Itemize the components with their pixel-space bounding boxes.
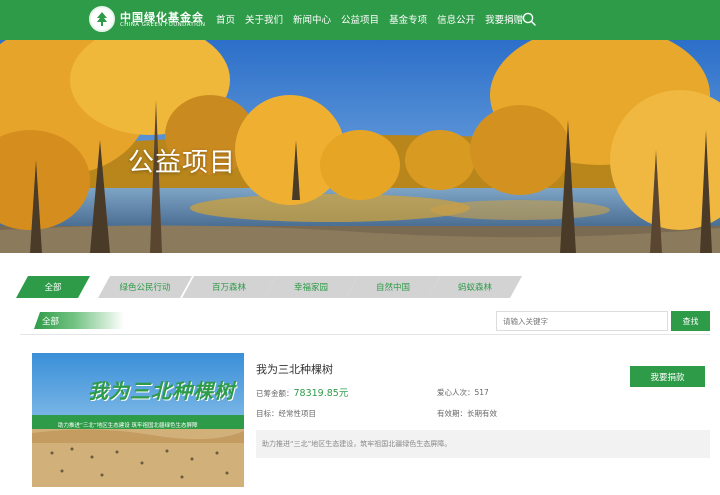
- tab-natural-china[interactable]: 自然中国: [346, 276, 440, 298]
- search-icon[interactable]: [522, 12, 536, 26]
- tab-happy-home[interactable]: 幸福家园: [264, 276, 358, 298]
- donors-label: 爱心人次：: [437, 388, 475, 397]
- tab-all[interactable]: 全部: [16, 276, 90, 298]
- thumbnail-headline: 我为三北种棵树: [88, 379, 235, 403]
- validity-value: 长期有效: [467, 409, 497, 418]
- nav-home[interactable]: 首页: [216, 12, 235, 26]
- autumn-forest-image: [0, 40, 720, 253]
- hero-banner: 公益项目: [0, 40, 720, 253]
- project-thumbnail[interactable]: 我为三北种棵树 助力推进“三北”地区生态建设 筑牢祖国北疆绿色生态屏障: [32, 353, 244, 487]
- nav-disclosure[interactable]: 信息公开: [437, 12, 475, 26]
- nav-news[interactable]: 新闻中心: [293, 12, 331, 26]
- donate-button[interactable]: 我要捐款: [630, 366, 705, 387]
- top-header: 中国绿化基金会 CHINA GREEN FOUNDATION 首页 关于我们 新…: [0, 0, 720, 40]
- tree-icon: [97, 12, 107, 26]
- tab-ant-forest[interactable]: 蚂蚁森林: [428, 276, 522, 298]
- search-button[interactable]: 查找: [671, 311, 710, 331]
- target-value: 经常性项目: [278, 409, 317, 418]
- nav-projects[interactable]: 公益项目: [341, 12, 379, 26]
- project-title[interactable]: 我为三北种棵树: [256, 361, 333, 377]
- tab-million-forest[interactable]: 百万森林: [182, 276, 276, 298]
- nav-about[interactable]: 关于我们: [245, 12, 283, 26]
- keyword-search-input[interactable]: [496, 311, 668, 331]
- thumbnail-slogan: 助力推进“三北”地区生态建设 筑牢祖国北疆绿色生态屏障: [58, 423, 198, 429]
- brand-name-en: CHINA GREEN FOUNDATION: [120, 22, 206, 28]
- donors-value: 517: [474, 388, 489, 397]
- raised-amount: 已筹金额：78319.85元: [256, 385, 348, 399]
- filter-bar: 全部 查找: [20, 309, 710, 335]
- validity-label: 有效期：: [437, 409, 467, 418]
- project-description: 助力推进“三北”地区生态建设，筑牢祖国北疆绿色生态屏障。: [256, 430, 710, 458]
- divider: [20, 334, 710, 335]
- project-card: 我为三北种棵树 助力推进“三北”地区生态建设 筑牢祖国北疆绿色生态屏障 我为三北…: [32, 353, 712, 493]
- page-title: 公益项目: [128, 148, 237, 178]
- nav-donate[interactable]: 我要捐赠: [485, 12, 523, 26]
- foundation-logo[interactable]: [89, 6, 115, 32]
- tab-green-citizen[interactable]: 绿色公民行动: [98, 276, 192, 298]
- project-validity: 有效期：长期有效: [437, 408, 497, 419]
- project-image: [32, 353, 244, 487]
- donor-count: 爱心人次：517: [437, 387, 489, 398]
- project-target: 目标：经常性项目: [256, 408, 316, 419]
- raised-label: 已筹金额：: [256, 389, 294, 398]
- nav-funds[interactable]: 基金专项: [389, 12, 427, 26]
- raised-value: 78319.85元: [293, 388, 349, 399]
- main-nav: 首页 关于我们 新闻中心 公益项目 基金专项 信息公开 我要捐赠: [216, 12, 523, 26]
- target-label: 目标：: [256, 409, 279, 418]
- current-filter-label: 全部: [42, 317, 60, 327]
